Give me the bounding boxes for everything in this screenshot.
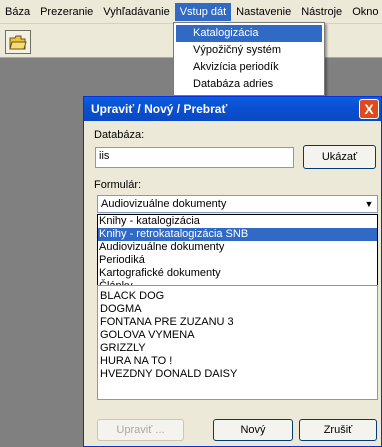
form-option[interactable]: Knihy - retrokatalogizácia SNB <box>98 228 377 241</box>
cancel-button[interactable]: Zrušiť <box>299 419 377 441</box>
menu-item-katalogizacia[interactable]: Katalogizácia <box>176 25 322 42</box>
list-item[interactable]: HVEZDNY DONALD DAISY <box>100 368 377 381</box>
form-options-list: Knihy - katalogizácia Knihy - retrokatal… <box>97 214 378 294</box>
menu-nastroje[interactable]: Nástroje <box>296 3 347 21</box>
dialog-title: Upraviť / Nový / Prebrať <box>91 102 228 116</box>
list-item[interactable]: GOLOVA VYMENA <box>100 329 377 342</box>
menu-okno[interactable]: Okno <box>347 3 382 21</box>
menu-nastavenie[interactable]: Nastavenie <box>231 3 296 21</box>
form-option[interactable]: Knihy - katalogizácia <box>98 215 377 228</box>
menu-item-vypozicny-system[interactable]: Výpožičný systém <box>176 42 322 59</box>
records-list: BLACK DOG DOGMA FONTANA PRE ZUZANU 3 GOL… <box>97 285 378 400</box>
open-folder-button[interactable] <box>5 30 31 54</box>
folder-icon <box>9 35 27 49</box>
edit-button[interactable]: Upraviť ... <box>97 419 184 441</box>
menu-baza[interactable]: Báza <box>0 3 35 21</box>
database-label: Databáza: <box>94 129 145 141</box>
list-item[interactable]: BLACK DOG <box>100 290 377 303</box>
menu-bar: Báza Prezeranie Vyhľadávanie Vstup dát N… <box>0 0 382 24</box>
close-icon: X <box>364 101 374 117</box>
form-label: Formulár: <box>94 179 142 191</box>
list-item[interactable]: FONTANA PRE ZUZANU 3 <box>100 316 377 329</box>
dialog-titlebar: Upraviť / Nový / Prebrať <box>84 97 381 121</box>
vstup-dat-menu: Katalogizácia Výpožičný systém Akvizícia… <box>173 22 325 96</box>
form-option[interactable]: Audiovizuálne dokumenty <box>98 241 377 254</box>
list-item[interactable]: HURA NA TO ! <box>100 355 377 368</box>
list-item[interactable]: GRIZZLY <box>100 342 377 355</box>
new-button[interactable]: Nový <box>213 419 293 441</box>
database-input[interactable]: iis <box>95 147 294 168</box>
menu-prezeranie[interactable]: Prezeranie <box>35 3 98 21</box>
menu-item-akvizicia-periodik[interactable]: Akvizícia periodík <box>176 59 322 76</box>
form-select-value: Audiovizuálne dokumenty <box>101 198 227 210</box>
form-select[interactable]: Audiovizuálne dokumenty ▼ <box>97 195 378 213</box>
form-option[interactable]: Periodiká <box>98 254 377 267</box>
form-option[interactable]: Kartografické dokumenty <box>98 267 377 280</box>
edit-new-dialog: Upraviť / Nový / Prebrať X Databáza: iis… <box>83 96 382 447</box>
menu-vyhladavanie[interactable]: Vyhľadávanie <box>98 3 174 21</box>
chevron-down-icon[interactable]: ▼ <box>362 197 376 211</box>
show-button[interactable]: Ukázať <box>303 145 376 169</box>
list-item[interactable]: DOGMA <box>100 303 377 316</box>
menu-item-databaza-adries[interactable]: Databáza adries <box>176 76 322 93</box>
menu-vstup-dat[interactable]: Vstup dát <box>174 2 232 21</box>
close-button[interactable]: X <box>359 99 379 119</box>
